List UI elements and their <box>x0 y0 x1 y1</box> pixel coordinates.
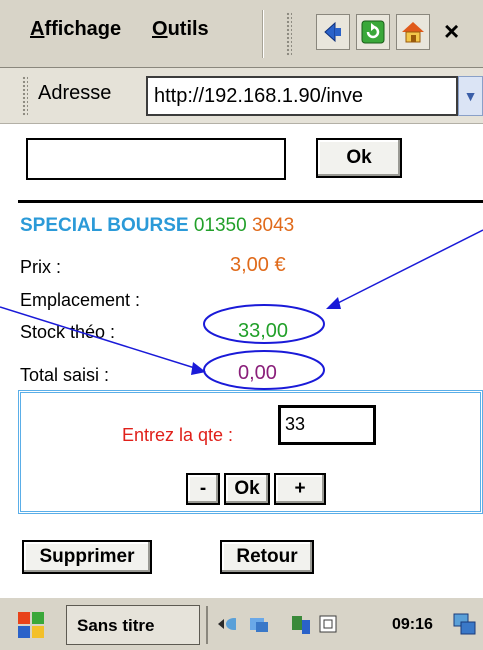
quantity-minus-button[interactable]: - <box>186 473 220 505</box>
input-panel-icon[interactable] <box>318 614 338 634</box>
annotation-arrow-left <box>0 306 199 370</box>
total-highlight-ellipse <box>203 350 325 390</box>
delete-button[interactable]: Supprimer <box>22 540 152 574</box>
quantity-input[interactable]: 33 <box>278 405 376 445</box>
show-desktop-icon[interactable] <box>452 612 478 638</box>
stock-highlight-ellipse <box>203 304 325 344</box>
sync-icon[interactable] <box>290 614 310 634</box>
quantity-prompt: Entrez la qte : <box>122 425 234 445</box>
back-action-button[interactable]: Retour <box>220 540 314 574</box>
network-icon[interactable] <box>216 614 236 634</box>
quantity-ok-button[interactable]: Ok <box>224 473 270 505</box>
taskbar-window-title[interactable]: Sans titre <box>66 605 200 645</box>
connection-icon[interactable] <box>248 614 268 634</box>
windows-logo-icon <box>18 612 44 638</box>
annotation-arrow-right <box>333 229 483 306</box>
taskbar-separator <box>206 606 208 644</box>
start-button[interactable] <box>14 608 48 642</box>
clock: 09:16 <box>392 616 433 633</box>
taskbar: Sans titre 09:16 <box>0 596 483 650</box>
annotation-arrowhead-right <box>326 297 341 309</box>
quantity-plus-button[interactable]: + <box>274 473 326 505</box>
